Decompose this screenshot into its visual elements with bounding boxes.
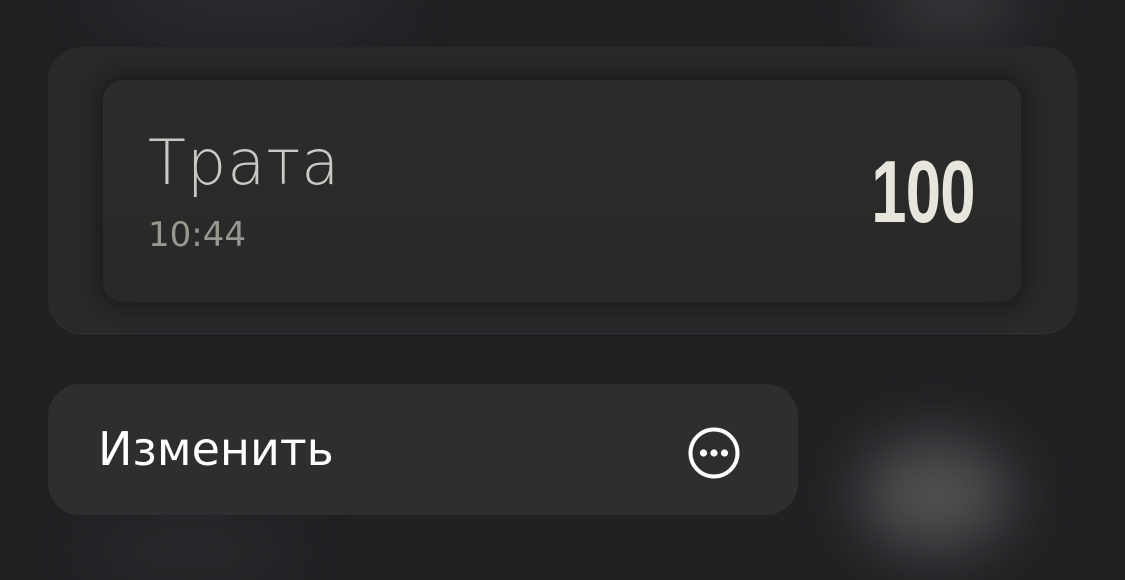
edit-menu-item[interactable]: Изменить bbox=[48, 384, 798, 515]
transaction-time: 10:44 bbox=[148, 215, 246, 255]
backdrop-blur bbox=[100, 0, 400, 30]
context-menu: Изменить bbox=[48, 384, 798, 515]
transaction-title: Трата bbox=[148, 126, 341, 199]
backdrop-blur bbox=[880, 0, 1020, 40]
backdrop-blur bbox=[90, 520, 290, 580]
ellipsis-circle-icon bbox=[688, 427, 740, 479]
backdrop-blur bbox=[860, 440, 1010, 550]
edit-menu-item-label: Изменить bbox=[98, 422, 334, 476]
transaction-amount: 100 bbox=[871, 142, 975, 241]
transaction-tile[interactable]: Трата 10:44 100 bbox=[103, 80, 1021, 302]
